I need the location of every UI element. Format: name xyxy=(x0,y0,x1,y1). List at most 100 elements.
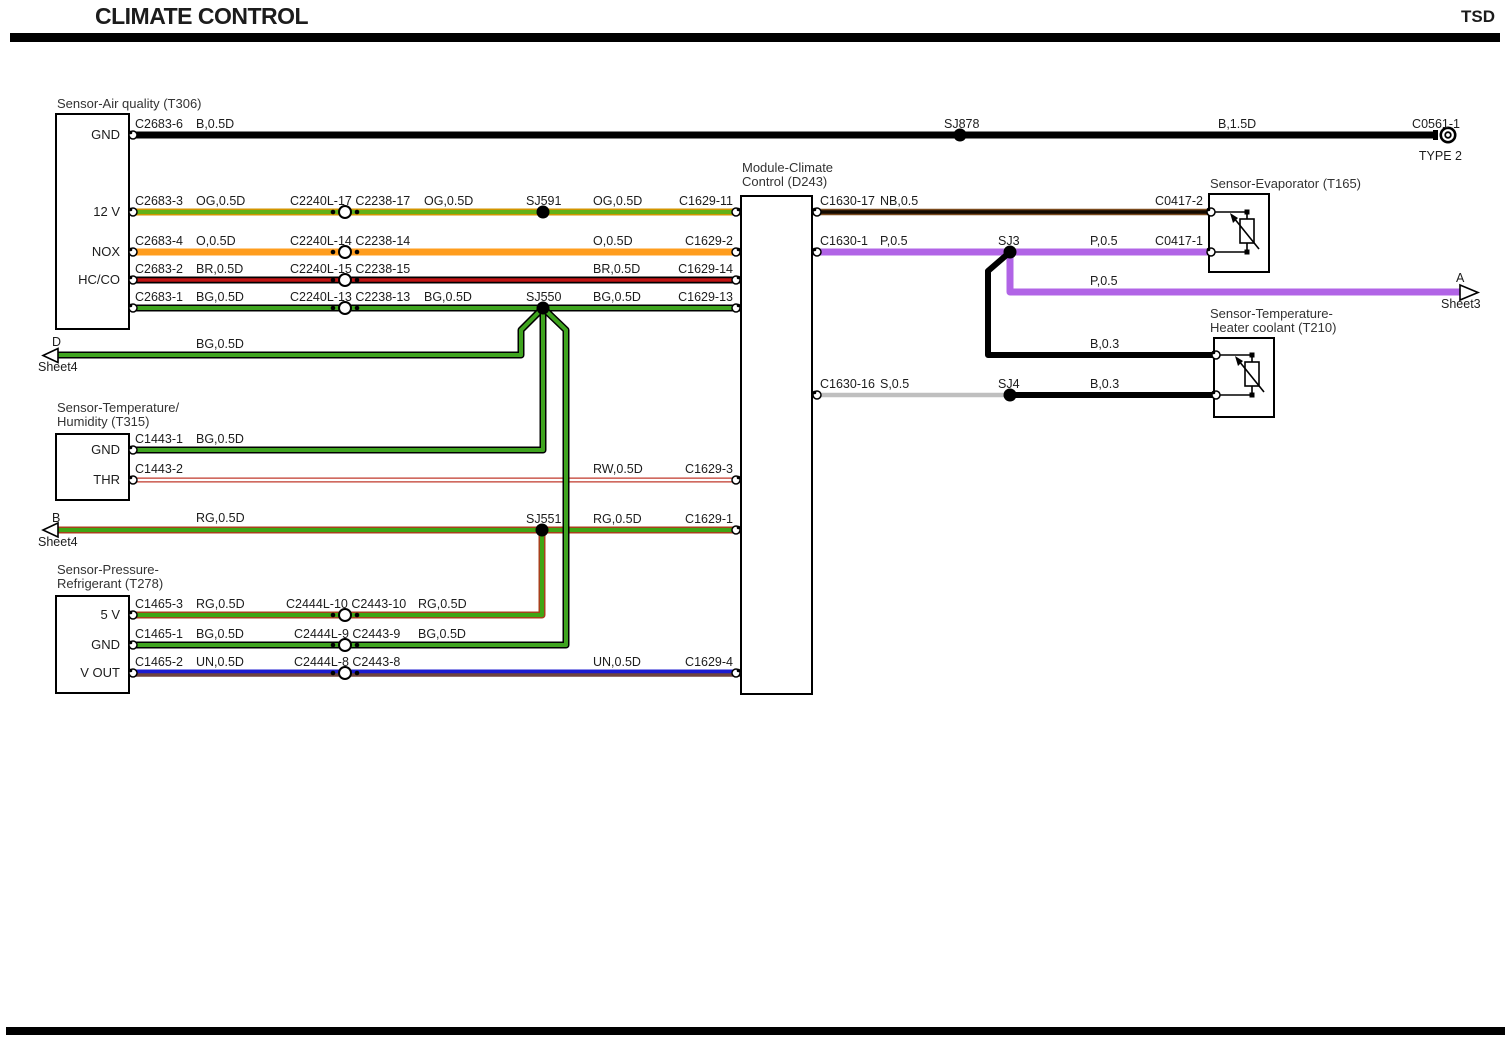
pin-connector-icons xyxy=(129,131,1220,677)
wirecode-rg-5v-2: RG,0.5D xyxy=(418,597,467,612)
t315-pin-thr: THR xyxy=(93,472,120,488)
conn-c0417-1: C0417-1 xyxy=(1155,234,1203,249)
wirecode-un-1: UN,0.5D xyxy=(196,655,244,670)
box-sensor-air-quality xyxy=(55,113,130,330)
conn-c2240l13-c2238-13: C2240L-13 C2238-13 xyxy=(290,290,410,305)
conn-c1465-1: C1465-1 xyxy=(135,627,183,642)
wirecode-nb: NB,0.5 xyxy=(880,194,918,209)
wirecode-o-1: O,0.5D xyxy=(196,234,236,249)
footer-rule xyxy=(6,1027,1505,1035)
splice-label-sj3: SJ3 xyxy=(998,234,1020,249)
conn-c1443-2: C1443-2 xyxy=(135,462,183,477)
wirecode-b05d: B,0.5D xyxy=(196,117,234,132)
t210-title-line1: Sensor-Temperature- xyxy=(1210,307,1333,321)
wiring-diagram-page: CLIMATE CONTROL TSD xyxy=(0,0,1505,1043)
box-module-climate-control xyxy=(740,195,813,695)
conn-c2683-2: C2683-2 xyxy=(135,262,183,277)
box-sensor-evaporator xyxy=(1208,193,1270,273)
conn-c0417-2: C0417-2 xyxy=(1155,194,1203,209)
conn-c1465-2: C1465-2 xyxy=(135,655,183,670)
t210-title-line2: Heater coolant (T210) xyxy=(1210,321,1336,335)
splice-label-sj551: SJ551 xyxy=(526,512,561,527)
conn-c2683-6: C2683-6 xyxy=(135,117,183,132)
conn-c2444l10-c2443-10: C2444L-10 C2443-10 xyxy=(286,597,406,612)
t278-title-line1: Sensor-Pressure- xyxy=(57,563,159,577)
header-rule xyxy=(10,33,1500,42)
wire-t278-vout-un xyxy=(130,672,740,676)
wirecode-bg-t278-2: BG,0.5D xyxy=(418,627,466,642)
conn-c2444l9-c2443-9: C2444L-9 C2443-9 xyxy=(294,627,400,642)
wire-sj550-t315-gnd-bg xyxy=(130,308,543,450)
t306-pin-12v: 12 V xyxy=(93,204,120,220)
module-title-line1: Module-Climate xyxy=(742,161,833,175)
conn-c2683-4: C2683-4 xyxy=(135,234,183,249)
conn-c1629-11: C1629-11 xyxy=(679,194,733,209)
splice-label-sj4: SJ4 xyxy=(998,377,1020,392)
wirecode-o-2: O,0.5D xyxy=(593,234,633,249)
wirecode-p-2: P,0.5 xyxy=(1090,234,1118,249)
conn-c2683-3: C2683-3 xyxy=(135,194,183,209)
t306-pin-nox: NOX xyxy=(92,244,120,260)
splice-label-sj550: SJ550 xyxy=(526,290,561,305)
module-title-line2: Control (D243) xyxy=(742,175,827,189)
conn-c1630-1: C1630-1 xyxy=(820,234,868,249)
wirecode-rw: RW,0.5D xyxy=(593,462,643,477)
conn-c1630-17: C1630-17 xyxy=(820,194,875,209)
conn-c2444l8-c2443-8: C2444L-8 C2443-8 xyxy=(294,655,400,670)
t306-title: Sensor-Air quality (T306) xyxy=(57,97,202,111)
t315-title-line1: Sensor-Temperature/ xyxy=(57,401,179,415)
wire-sj550-t278-gnd-bg xyxy=(130,308,566,645)
sheet-ref-a[interactable]: A xyxy=(1456,271,1464,286)
conn-c2683-1: C2683-1 xyxy=(135,290,183,305)
wirecode-rg-1: RG,0.5D xyxy=(196,511,245,526)
wirecode-bg-2: BG,0.5D xyxy=(424,290,472,305)
wirecode-bg-t315: BG,0.5D xyxy=(196,432,244,447)
t315-pin-gnd: GND xyxy=(91,442,120,458)
wirecode-s: S,0.5 xyxy=(880,377,909,392)
conn-c1629-1: C1629-1 xyxy=(685,512,733,527)
sheet-ref-b[interactable]: B xyxy=(52,511,60,526)
t306-pin-hcco: HC/CO xyxy=(78,272,120,288)
wirecode-bg-t278-1: BG,0.5D xyxy=(196,627,244,642)
wirecode-br-2: BR,0.5D xyxy=(593,262,640,277)
wirecode-p-1: P,0.5 xyxy=(880,234,908,249)
t278-title-line2: Refrigerant (T278) xyxy=(57,577,163,591)
wirecode-rg-2: RG,0.5D xyxy=(593,512,642,527)
wirecode-og-3: OG,0.5D xyxy=(593,194,642,209)
splice-label-sj878: SJ878 xyxy=(944,117,979,132)
t306-pin-gnd: GND xyxy=(91,127,120,143)
t315-title-line2: Humidity (T315) xyxy=(57,415,149,429)
conn-c1629-14: C1629-14 xyxy=(678,262,733,277)
wirecode-b03-bottom: B,0.3 xyxy=(1090,377,1119,392)
conn-c1629-3: C1629-3 xyxy=(685,462,733,477)
sheet-ref-a-sheet[interactable]: Sheet3 xyxy=(1441,297,1481,312)
t278-pin-gnd: GND xyxy=(91,637,120,653)
ground-type-label: TYPE 2 xyxy=(1419,149,1462,164)
conn-c2240l17-c2238-17: C2240L-17 C2238-17 xyxy=(290,194,410,209)
conn-c1630-16: C1630-16 xyxy=(820,377,875,392)
wirecode-p-branch: P,0.5 xyxy=(1090,274,1118,289)
sheet-ref-d-sheet[interactable]: Sheet4 xyxy=(38,360,78,375)
sheet-ref-d[interactable]: D xyxy=(52,335,61,350)
wirecode-og-1: OG,0.5D xyxy=(196,194,245,209)
t278-pin-vout: V OUT xyxy=(80,665,120,681)
wirecode-br-1: BR,0.5D xyxy=(196,262,243,277)
splice-label-sj591: SJ591 xyxy=(526,194,561,209)
conn-c0561-1: C0561-1 xyxy=(1412,117,1460,132)
wirecode-un-2: UN,0.5D xyxy=(593,655,641,670)
conn-c1443-1: C1443-1 xyxy=(135,432,183,447)
wirecode-b15d: B,1.5D xyxy=(1218,117,1256,132)
wire-sj550-d-sheet4-bg xyxy=(58,308,543,355)
conn-c1465-3: C1465-3 xyxy=(135,597,183,612)
conn-c1629-13: C1629-13 xyxy=(678,290,733,305)
wirecode-b03-top: B,0.3 xyxy=(1090,337,1119,352)
wirecode-rg-5v-1: RG,0.5D xyxy=(196,597,245,612)
box-sensor-temp-heater-coolant xyxy=(1213,337,1275,418)
wirecode-bg-d: BG,0.5D xyxy=(196,337,244,352)
conn-c1629-2: C1629-2 xyxy=(685,234,733,249)
t278-pin-5v: 5 V xyxy=(100,607,120,623)
conn-c2240l15-c2238-15: C2240L-15 C2238-15 xyxy=(290,262,410,277)
conn-c1629-4: C1629-4 xyxy=(685,655,733,670)
wirecode-bg-1: BG,0.5D xyxy=(196,290,244,305)
sheet-ref-b-sheet[interactable]: Sheet4 xyxy=(38,535,78,550)
